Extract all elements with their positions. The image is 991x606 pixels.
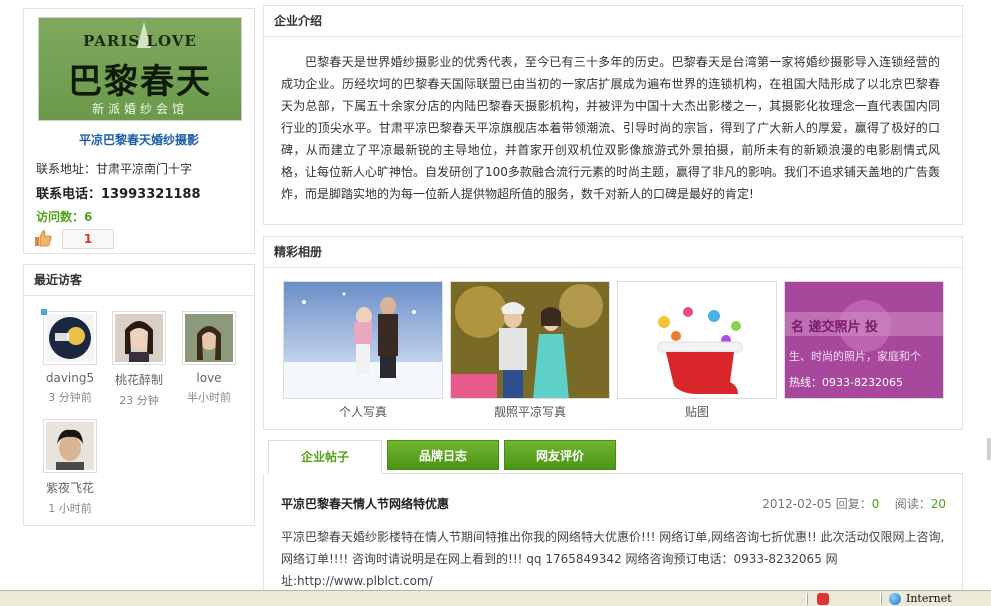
post-reply-count: 0	[871, 497, 880, 511]
visitor-avatar-image	[46, 422, 94, 470]
profile-card: PARIS LOVE 巴黎春天 新派婚纱会馆 平凉巴黎春天婚纱摄影 联系地址：甘…	[23, 8, 255, 254]
avatar[interactable]	[112, 311, 166, 365]
post-date: 2012-02-05	[762, 497, 832, 511]
logo-top-text: PARIS LOVE	[83, 32, 197, 50]
visitor-avatar-image	[115, 314, 163, 362]
album-photo-image[interactable]	[283, 281, 443, 399]
visitor-name[interactable]: love	[176, 371, 242, 385]
photo-album-title: 精彩相册	[264, 237, 962, 268]
visitor-item[interactable]: daving5 3 分钟前	[37, 308, 103, 405]
post-meta: 2012-02-05 回复：0 阅读：20	[762, 495, 946, 512]
album-photo-image[interactable]	[617, 281, 777, 399]
status-divider	[806, 593, 808, 605]
post-read-count: 20	[930, 497, 946, 511]
studio-logo[interactable]: PARIS LOVE 巴黎春天 新派婚纱会馆	[38, 17, 242, 121]
post-tabs: 企业帖子 品牌日志 网友评价	[268, 440, 963, 474]
post-list: 平凉巴黎春天情人节网络特优惠 2012-02-05 回复：0 阅读：20 平凉巴…	[263, 474, 963, 606]
logo-main-text: 巴黎春天	[68, 62, 212, 102]
tab-user-reviews[interactable]: 网友评价	[504, 440, 616, 470]
visitor-avatar-image	[185, 314, 233, 362]
post-read-label: 阅读：	[894, 497, 931, 511]
album-photo[interactable]: 靓照平凉写真	[450, 281, 610, 420]
visitor-time: 3 分钟前	[48, 391, 92, 404]
scrollbar-edge[interactable]	[987, 438, 991, 460]
album-photo-caption[interactable]: 贴图	[617, 403, 777, 420]
visitor-name[interactable]: daving5	[37, 371, 103, 385]
globe-icon	[889, 593, 901, 605]
studio-name-link[interactable]: 平凉巴黎春天婚纱摄影	[24, 131, 254, 148]
avatar[interactable]	[43, 419, 97, 473]
photo-album-panel: 精彩相册 个人写真 靓照平凉写真 贴图 名 递交照片 投 生、时尚的照片，家庭和…	[263, 236, 963, 430]
album-photo[interactable]: 贴图	[617, 281, 777, 420]
post-body: 平凉巴黎春天婚纱影楼特在情人节期间特推出你我的网络特大优惠价!!! 网络订单,网…	[281, 530, 945, 588]
album-overlay-text: 名 递交照片 投	[791, 320, 879, 335]
browser-status-bar: Internet	[0, 590, 991, 606]
visitor-name[interactable]: 桃花醉制	[106, 371, 172, 388]
post-title-link[interactable]: 平凉巴黎春天情人节网络特优惠	[281, 495, 449, 512]
online-indicator-icon	[40, 308, 48, 316]
visitor-item[interactable]: 桃花醉制 23 分钟	[106, 311, 172, 408]
thumbs-up-icon[interactable]	[34, 229, 52, 247]
like-count: 1	[62, 229, 114, 249]
album-photo-caption[interactable]: 靓照平凉写真	[450, 403, 610, 420]
visit-count: 访问数：6	[36, 210, 93, 224]
security-shield-icon[interactable]	[817, 593, 829, 605]
avatar[interactable]	[182, 311, 236, 365]
logo-sub-text: 新派婚纱会馆	[91, 102, 188, 116]
contact-address: 联系地址：甘肃平凉南门十字	[36, 162, 193, 176]
visitor-time: 半小时前	[187, 391, 231, 404]
album-overlay-line2: 生、时尚的照片，家庭和个	[789, 350, 921, 363]
company-intro-panel: 企业介绍 巴黎春天是世界婚纱摄影业的优秀代表，至今已有三十多年的历史。巴黎春天是…	[263, 5, 963, 225]
visitor-name[interactable]: 紫夜飞花	[37, 479, 103, 496]
album-photo[interactable]: 个人写真	[283, 281, 443, 420]
album-photo-image[interactable]: 名 递交照片 投 生、时尚的照片，家庭和个 热线：0933-8232065	[784, 281, 944, 399]
status-divider	[880, 593, 882, 605]
visitor-time: 1 小时前	[48, 502, 92, 515]
post-reply-label: 回复：	[835, 497, 872, 511]
album-photo[interactable]: 名 递交照片 投 生、时尚的照片，家庭和个 热线：0933-8232065	[784, 281, 944, 403]
album-overlay-line3: 热线：0933-8232065	[789, 376, 903, 389]
visitor-avatar-image	[46, 314, 94, 362]
visitor-time: 23 分钟	[119, 394, 159, 407]
security-zone-label[interactable]: Internet	[906, 592, 952, 605]
contact-phone: 联系电话：13993321188	[36, 187, 201, 202]
visitor-item[interactable]: love 半小时前	[176, 311, 242, 405]
avatar[interactable]	[40, 308, 97, 365]
tab-brand-log[interactable]: 品牌日志	[387, 440, 499, 470]
company-intro-title: 企业介绍	[264, 6, 962, 37]
visitor-item[interactable]: 紫夜飞花 1 小时前	[37, 419, 103, 516]
album-photo-caption[interactable]: 个人写真	[283, 403, 443, 420]
recent-visitors-panel: 最近访客 daving5 3 分钟前 桃花醉制 23 分钟 love 半小时前 …	[23, 264, 255, 526]
album-photo-image[interactable]	[450, 281, 610, 399]
company-intro-text: 巴黎春天是世界婚纱摄影业的优秀代表，至今已有三十多年的历史。巴黎春天是台湾第一家…	[281, 55, 940, 201]
recent-visitors-title: 最近访客	[24, 265, 254, 296]
tab-enterprise-posts[interactable]: 企业帖子	[268, 440, 382, 474]
page: PARIS LOVE 巴黎春天 新派婚纱会馆 平凉巴黎春天婚纱摄影 联系地址：甘…	[0, 0, 991, 606]
